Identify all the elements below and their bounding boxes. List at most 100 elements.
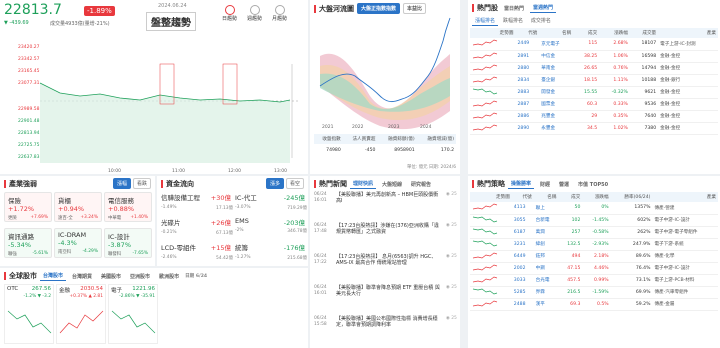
day-trend-button[interactable]: 日趨勢 (222, 5, 237, 22)
stock-name[interactable]: 京元電子 (539, 38, 573, 50)
global-card[interactable]: 金融 2030.54 +0.37% ▲ 2.81 (56, 284, 106, 344)
table-row[interactable]: 2488 漢平 69.3 0.5% 59.2% 傳產-金屬 (470, 298, 718, 310)
news-item[interactable]: 06/24 17:22 【17:23台股熱訊】 息月(6563)調升 HGC、A… (314, 254, 460, 267)
stock-code[interactable]: 2002 (512, 262, 534, 274)
tab-weekly[interactable]: 當週熱門 (530, 3, 557, 13)
stock-name[interactable]: 開發金 (539, 86, 573, 98)
stock-code[interactable]: 2834 (515, 74, 539, 86)
sector-card[interactable]: 保險 +1.72% 更險 +7.69% (4, 192, 52, 222)
news-headline[interactable]: 【美股聯播】美元再創新高 – HBM巨頭股價衝高Ⅰ (336, 192, 442, 205)
sector-card[interactable]: 資訊通路 -5.34% 聯強 -5.61% (4, 228, 52, 258)
sector-card[interactable]: 電信服務 +0.88% 中華電 +1.40% (104, 192, 152, 222)
tide-btn-pe[interactable]: 本益比 (403, 3, 427, 14)
tab-finance[interactable]: 財經 (537, 180, 553, 189)
sector-leader[interactable]: 南亞科 (58, 249, 71, 255)
tab-gain-rank[interactable]: 漲幅排名 (472, 16, 499, 26)
flow-item[interactable]: 信驊設備工程 +30億 -1.49% 17.13億 (161, 192, 233, 216)
table-row[interactable]: 2890 永豐金 34.5 1.02% 7380 金融-金控 (470, 122, 718, 134)
news-headline[interactable]: 【17:23台股熱訊】涉嫌在(376)亞洲收購「違規貨幣轉匯」之式融資 (336, 223, 442, 236)
table-row[interactable]: 2449 京元電子 115 2.68% 18107 電子上游-IC-封測 (470, 38, 718, 50)
table-row[interactable]: 2002 中鋼 47.15 4.46% 76.4% 電子中游-IC-設計 (470, 262, 718, 274)
sector-card[interactable]: IC-設計 -3.87% 聯發科 -7.65% (104, 228, 152, 258)
table-row[interactable]: 3033 台光電 457.5 0.99% 73.1% 電子上游-PCB-材料 (470, 274, 718, 286)
stock-name[interactable]: 永豐金 (539, 122, 573, 134)
stock-name[interactable]: 界霖 (534, 286, 559, 298)
tab-operation[interactable]: 營運 (556, 180, 572, 189)
tab-top50[interactable]: 市值 TOP50 (575, 180, 611, 189)
stock-name[interactable]: 兆豐金 (539, 110, 573, 122)
table-row[interactable]: 2834 臺企銀 18.15 1.11% 10188 金融-銀行 (470, 74, 718, 86)
table-row[interactable]: 6187 萬潤 257 -0.58% 262% 電子中游-電子零組件 (470, 226, 718, 238)
tab-vol-rank[interactable]: 成交排名 (528, 16, 554, 25)
news-headline[interactable]: 【美股聯播】美國公布國際性指標 消費增長穩定，聯準會預期調降利率 (336, 316, 442, 329)
flow-tab-down[interactable]: 看空 (285, 178, 304, 189)
stock-name[interactable]: 台光電 (534, 274, 559, 286)
tab-news-flash[interactable]: 理財快訊 (350, 179, 377, 189)
stock-code[interactable]: 3033 (512, 274, 534, 286)
table-row[interactable]: 2887 國票金 60.3 0.33% 9536 金融-金控 (470, 98, 718, 110)
tab-news-short[interactable]: 大盤短線 (379, 180, 405, 189)
table-row[interactable]: 3055 台新電 102 -1.45% 602% 電子中游-IC-設計 (470, 214, 718, 226)
stock-name[interactable]: 緯創 (534, 238, 559, 250)
sector-tab-down[interactable]: 看跌 (132, 178, 151, 189)
sector-leader[interactable]: 遠百-全 (58, 215, 73, 221)
month-trend-button[interactable]: 月趨勢 (272, 5, 287, 22)
flow-item[interactable]: 統籌 -176億 -1.27% 215.68億 (235, 242, 307, 266)
stock-name[interactable]: 中鋼 (534, 262, 559, 274)
sector-card[interactable]: 貨櫃 +0.94% 遠百-全 +3.24% (54, 192, 102, 222)
sector-leader[interactable]: 聯強 (8, 251, 17, 257)
stock-code[interactable]: 5285 (512, 286, 534, 298)
tab-loss-rank[interactable]: 跌幅排名 (500, 16, 526, 25)
news-headline[interactable]: 【17:23台股熱訊】 息月(6563)調升 HGC、AMS-IX 最高合作 傳… (336, 254, 442, 267)
flow-item[interactable]: EMS -203億 -2% 346.78億 (235, 217, 307, 241)
tab-daily[interactable]: 當日熱門 (501, 4, 527, 13)
stock-name[interactable]: 中信金 (539, 50, 573, 62)
global-card[interactable]: 電子 1221.96 -2.86% ▼ -35.91 (108, 284, 158, 344)
stock-code[interactable]: 2886 (515, 110, 539, 122)
stock-name[interactable]: 漢平 (534, 298, 559, 310)
tab-us-stock[interactable]: 美國股市 (98, 272, 124, 281)
stock-code[interactable]: 2887 (515, 98, 539, 110)
tab-eu-stock[interactable]: 歐洲股市 (156, 272, 182, 281)
stock-name[interactable]: 鈺邦 (534, 250, 559, 262)
table-row[interactable]: 3231 緯創 132.5 -2.93% 247.9% 電子下游-系統 (470, 238, 718, 250)
stock-code[interactable]: 2891 (515, 50, 539, 62)
tide-btn-index[interactable]: 大盤正指數指數 (357, 3, 401, 14)
table-row[interactable]: 4113 聯上 50 0% 1357% 傳產-營建 (470, 202, 718, 214)
tab-news-report[interactable]: 研究報告 (408, 180, 434, 189)
tab-tw-stock[interactable]: 台灣股市 (40, 271, 67, 281)
flow-item[interactable]: IC-代工 -245億 -3.07% 719.29億 (235, 192, 307, 216)
stock-name[interactable]: 台新電 (534, 214, 559, 226)
week-trend-button[interactable]: 週趨勢 (247, 5, 262, 22)
stock-name[interactable]: 聯上 (534, 202, 559, 214)
stock-name[interactable]: 萬潤 (534, 226, 559, 238)
stock-code[interactable]: 2890 (515, 122, 539, 134)
stock-code[interactable]: 2880 (515, 62, 539, 74)
sector-card[interactable]: IC-DRAM -4.3% 南亞科 -4.29% (54, 228, 102, 258)
flow-item[interactable]: 光碟片 +26億 -0.21% 67.13億 (161, 217, 233, 241)
sector-tab-up[interactable]: 漲幅 (113, 178, 132, 189)
table-row[interactable]: 2880 華南金 26.65 0.76% 14794 金融-金控 (470, 62, 718, 74)
tab-asia-stock[interactable]: 亞洲股市 (127, 272, 153, 281)
stock-name[interactable]: 臺企銀 (539, 74, 573, 86)
table-row[interactable]: 2886 兆豐金 29 0.35% 7640 金融-金控 (470, 110, 718, 122)
news-item[interactable]: 06/24 15:58 【美股聯播】美國公布國際性指標 消費增長穩定，聯準會預期… (314, 316, 460, 329)
table-row[interactable]: 6449 鈺邦 494 2.18% 89.6% 傳產-化學 (470, 250, 718, 262)
stock-code[interactable]: 2449 (515, 38, 539, 50)
news-headline[interactable]: 【美股聯播】聯準會降息預期 ETF 重壓台積 與美元長大行 (336, 285, 442, 298)
flow-item[interactable]: LCD-零組件 +15億 -2.46% 54.42億 (161, 242, 233, 266)
global-card[interactable]: OTC 267.56 -1.2% ▼ -3.2 (4, 284, 54, 344)
stock-code[interactable]: 2488 (512, 298, 534, 310)
sector-leader[interactable]: 中華電 (108, 215, 121, 221)
stock-code[interactable]: 3055 (512, 214, 534, 226)
stock-name[interactable]: 華南金 (539, 62, 573, 74)
sector-leader[interactable]: 聯發科 (108, 251, 121, 257)
stock-code[interactable]: 2883 (515, 86, 539, 98)
stock-code[interactable]: 6187 (512, 226, 534, 238)
stock-code[interactable]: 6449 (512, 250, 534, 262)
news-item[interactable]: 06/24 16:01 【美股聯播】美元再創新高 – HBM巨頭股價衝高Ⅰ ◉ … (314, 192, 460, 205)
table-row[interactable]: 2883 開發金 15.55 -0.32% 9621 金融-金控 (470, 86, 718, 98)
news-item[interactable]: 06/24 16:01 【美股聯播】聯準會降息預期 ETF 重壓台積 與美元長大… (314, 285, 460, 298)
flow-tab-up[interactable]: 漲多 (266, 178, 285, 189)
sector-leader[interactable]: 更險 (8, 215, 17, 221)
